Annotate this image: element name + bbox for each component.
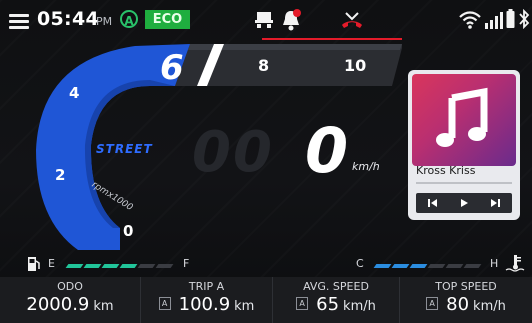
avg-speed-title: AVG. SPEED (303, 280, 369, 293)
top-speed-title: TOP SPEED (435, 280, 497, 293)
top-speed-value-row: A 80 km/h (400, 294, 532, 315)
fuel-empty-label: E (48, 257, 55, 270)
trip-a-value: 100.9 (178, 294, 231, 315)
temp-segment (445, 264, 464, 268)
fuel-segment (101, 264, 120, 268)
fuel-segment (83, 264, 102, 268)
avg-speed-value-row: A 65 km/h (273, 294, 399, 315)
top-speed-unit: km/h (473, 299, 506, 314)
avg-speed-value: 65 (316, 294, 340, 315)
trip-info-bar: ODO 2000.9 km TRIP A A 100.9 km AVG. SPEED … (0, 277, 532, 323)
temp-segment (427, 264, 446, 268)
trip-a-title: TRIP A (188, 280, 225, 293)
music-player[interactable]: Kross Kriss (408, 70, 520, 220)
temp-segment (391, 264, 410, 268)
avg-speed-cell[interactable]: AVG. SPEED A 65 km/h (273, 277, 400, 323)
fuel-gauge (63, 262, 175, 272)
temp-cold-label: C (356, 257, 364, 270)
gear-indicator: 6 (160, 48, 184, 88)
top-speed-badge: A (426, 296, 439, 310)
avg-speed-badge: A (296, 296, 309, 310)
odometer-unit: km (93, 299, 114, 314)
odometer-value-row: 2000.9 km (0, 294, 140, 315)
temp-segment (373, 264, 392, 268)
speed-ghost-digits: 00 (192, 120, 274, 185)
dashboard-screen: 05:44 PM A ECO 6 8 10 4 2 0 STREET rpmx1… (0, 0, 532, 323)
fuel-segment (137, 264, 156, 268)
rpm-tick-8: 8 (258, 56, 270, 75)
track-title: Kross Kriss (416, 164, 476, 177)
fuel-segment (65, 264, 84, 268)
fuel-full-label: F (183, 257, 190, 270)
trip-a-cell[interactable]: TRIP A A 100.9 km (141, 277, 273, 323)
previous-icon[interactable] (426, 196, 440, 210)
play-icon[interactable] (457, 196, 471, 210)
temp-segment (409, 264, 428, 268)
fuel-segment (119, 264, 138, 268)
avg-speed-unit: km/h (343, 299, 376, 314)
track-progress[interactable] (416, 182, 512, 184)
fuel-segment (155, 264, 174, 268)
speed-value: 0 (305, 114, 349, 187)
fuel-pump-icon (28, 257, 40, 271)
temp-hot-label: H (490, 257, 499, 270)
album-art (412, 74, 516, 166)
temp-segment (463, 264, 482, 268)
trip-a-badge: A (158, 296, 171, 310)
odometer-cell[interactable]: ODO 2000.9 km (0, 277, 141, 323)
coolant-temp-icon (505, 255, 525, 272)
next-icon[interactable] (488, 196, 502, 210)
top-speed-cell[interactable]: TOP SPEED A 80 km/h (400, 277, 532, 323)
trip-a-unit: km (234, 299, 255, 314)
rpm-tick-0: 0 (123, 222, 134, 240)
odometer-value: 2000.9 (26, 294, 90, 315)
top-speed-value: 80 (446, 294, 470, 315)
odometer-title: ODO (57, 280, 83, 293)
music-note-icon (436, 87, 488, 147)
rpm-tick-10: 10 (344, 56, 367, 75)
playback-controls (416, 193, 512, 213)
speed-unit: km/h (352, 160, 380, 173)
trip-a-value-row: A 100.9 km (141, 294, 272, 315)
riding-mode-label: STREET (96, 142, 153, 156)
rpm-tick-2: 2 (55, 166, 66, 184)
rpm-tick-4: 4 (69, 84, 80, 102)
temp-gauge (371, 262, 483, 272)
